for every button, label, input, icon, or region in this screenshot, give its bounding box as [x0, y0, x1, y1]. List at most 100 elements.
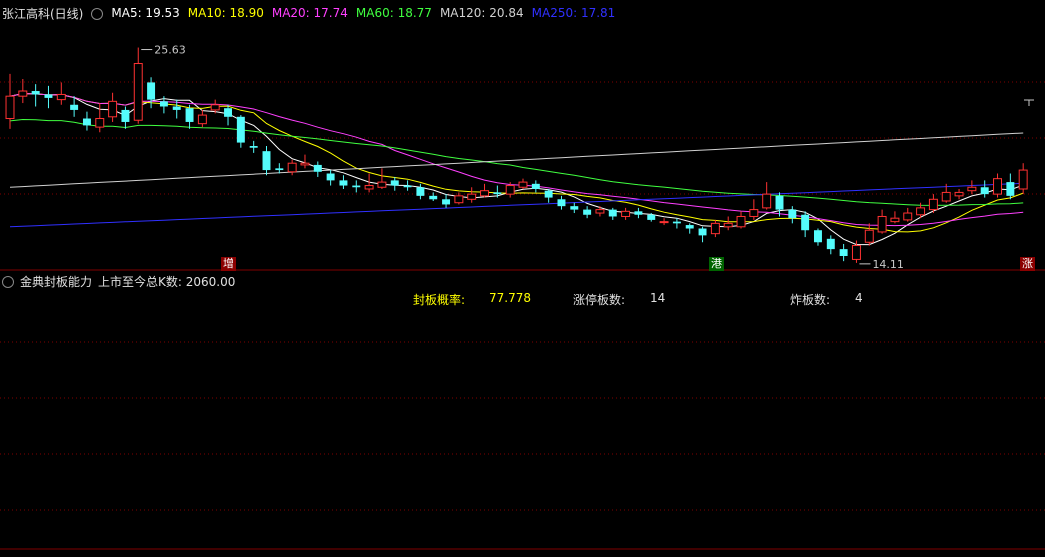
candle-body-up: [18, 90, 28, 97]
ma120-line: [9, 132, 1024, 188]
candle-body-up: [954, 191, 964, 197]
candle-body-up: [364, 185, 374, 190]
candle-body-down: [788, 209, 797, 219]
candle-body-down: [980, 187, 989, 195]
candle-body-down: [544, 190, 553, 198]
candle-body-down: [698, 228, 707, 236]
ma20-label: MA20: 17.74: [271, 6, 348, 20]
candle-body-down: [531, 183, 540, 189]
ma20-line: [9, 93, 1024, 227]
indicator-title[interactable]: 金典封板能力: [20, 273, 92, 290]
candle-body-up: [454, 195, 464, 204]
candle-body-up: [5, 95, 15, 120]
candle-body-down: [185, 108, 194, 122]
candle-body-up: [518, 181, 528, 188]
candle-body-up: [877, 215, 887, 233]
main-header: 张江高科(日线) MA5: 19.53 MA10: 18.90 MA20: 17…: [2, 4, 623, 22]
tag-zeng[interactable]: 增: [221, 257, 236, 271]
candle-body-up: [659, 221, 669, 224]
candle-body-up: [941, 191, 951, 202]
settings-circle-icon[interactable]: [91, 8, 104, 20]
candle-body-up: [621, 210, 631, 217]
ma10-line: [9, 93, 1024, 233]
candle-body-down: [775, 195, 784, 210]
candle-body-up: [480, 190, 490, 197]
limit-up-value: 14: [650, 291, 666, 305]
candle-body-up: [197, 114, 207, 125]
broken-value: 4: [855, 291, 863, 305]
candle-body-up: [864, 229, 874, 243]
candle-body-down: [82, 118, 91, 126]
candle-body-up: [993, 178, 1003, 195]
stock-title[interactable]: 张江高科(日线): [2, 5, 83, 22]
candle-body-up: [710, 222, 720, 235]
indicator-subtitle: 上市至今总K数: 2060.00: [98, 274, 236, 289]
candle-body-down: [1006, 182, 1015, 196]
candle-body-down: [326, 173, 335, 181]
candle-body-down: [583, 209, 592, 215]
candle-body-down: [429, 195, 438, 200]
ma60-label: MA60: 18.77: [355, 6, 432, 20]
ma10-label: MA10: 18.90: [187, 6, 264, 20]
candle-body-down: [262, 151, 271, 171]
candle-body-up: [505, 185, 515, 195]
candle-body-up: [108, 100, 118, 118]
candle-body-down: [275, 168, 284, 171]
candle-body-up: [928, 198, 938, 211]
candle-body-up: [56, 93, 66, 101]
seal-rate-label: 封板概率:: [413, 293, 466, 307]
candle-body-down: [172, 106, 181, 110]
ma250-label: MA250: 17.81: [531, 6, 616, 20]
ma5-line: [9, 93, 1024, 246]
candle-body-up: [133, 63, 143, 121]
candle-body-down: [313, 164, 322, 172]
candle-body-up: [851, 245, 861, 260]
candle-body-up: [723, 222, 733, 228]
candle-body-down: [685, 225, 694, 229]
candle-body-down: [390, 180, 399, 186]
candle-body-up: [95, 118, 105, 128]
candle-body-down: [557, 199, 566, 207]
broken-label: 炸板数:: [790, 293, 831, 307]
ma60-line: [9, 118, 1024, 206]
seal-rate-value: 77.778: [489, 291, 531, 305]
candle-body-up: [300, 162, 310, 166]
candle-body-down: [442, 199, 451, 205]
candle-body-up: [903, 212, 913, 221]
candle-body-up: [377, 181, 387, 188]
candle-body-down: [634, 211, 643, 215]
candle-body-down: [839, 249, 848, 256]
high-label: 25.63: [154, 44, 186, 57]
candle-body-down: [159, 101, 168, 107]
candle-body-down: [416, 187, 425, 196]
candle-body-down: [826, 238, 835, 250]
candle-body-down: [801, 214, 810, 231]
candle-body-up: [1018, 169, 1028, 190]
candle-body-down: [236, 116, 245, 143]
candle-body-up: [890, 217, 900, 223]
indicator-settings-circle-icon[interactable]: [2, 276, 14, 288]
candle-body-down: [339, 180, 348, 186]
tag-gang[interactable]: 港: [709, 257, 724, 271]
candle-body-down: [647, 214, 656, 220]
ma120-label: MA120: 20.84: [439, 6, 524, 20]
candle-body-down: [352, 185, 361, 188]
ma5-label: MA5: 19.53: [111, 6, 180, 20]
candle-body-up: [762, 193, 772, 209]
candle-body-down: [249, 146, 258, 148]
candle-body-down: [608, 209, 617, 217]
candle-body-down: [813, 230, 822, 243]
candle-body-up: [916, 207, 926, 216]
ma250-line: [9, 182, 1024, 228]
candle-body-down: [121, 109, 130, 122]
candle-body-down: [224, 108, 233, 117]
candle-body-down: [31, 91, 40, 95]
low-label: 14.11: [872, 258, 904, 271]
candle-body-up: [210, 104, 220, 111]
candle-body-down: [672, 221, 681, 224]
candle-body-up: [467, 193, 477, 200]
candle-body-down: [493, 192, 502, 195]
candle-body-up: [595, 209, 605, 214]
tag-zhang[interactable]: 涨: [1020, 257, 1035, 271]
candle-body-down: [570, 206, 579, 210]
